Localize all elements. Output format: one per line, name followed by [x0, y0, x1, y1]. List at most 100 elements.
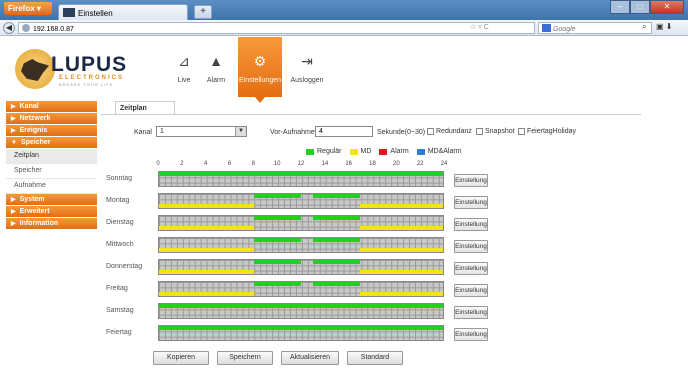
sidebar-item-system[interactable]: ▶ System	[6, 194, 97, 206]
day-label: Sonntag	[106, 175, 133, 182]
schedule-period-regular	[159, 326, 443, 330]
back-arrow-icon[interactable]: ◀	[3, 22, 15, 34]
schedule-cells[interactable]	[158, 237, 444, 253]
url-text: 192.168.0.87	[33, 26, 74, 33]
schedule-period-regular	[312, 216, 361, 220]
window-controls: – □ ✕	[610, 0, 684, 14]
refresh-button[interactable]: Aktualisieren	[281, 351, 339, 365]
sidebar-item-erweitert[interactable]: ▶ Erweitert	[6, 206, 97, 218]
sidebar-item-kanal[interactable]: ▶ Kanal	[6, 101, 97, 113]
sidebar-item-information[interactable]: ▶ Information	[6, 218, 97, 230]
day-settings-button[interactable]: Einstellung	[454, 174, 488, 187]
brand-name: LUPUS	[51, 53, 128, 76]
nav-logout-label: Ausloggen	[290, 77, 324, 84]
save-button[interactable]: Speichern	[217, 351, 273, 365]
firefox-menu-button[interactable]: Firefox ▾	[4, 2, 52, 15]
search-icon[interactable]: ⌕	[642, 22, 646, 32]
sidebar-label: Kanal	[19, 103, 39, 110]
browser-navbar: ◀ 192.168.0.87 ☆ ▿ C Google ⌕ ▣ ⬇	[0, 20, 688, 36]
schedule-cells[interactable]	[158, 325, 444, 341]
new-tab-button[interactable]: +	[194, 5, 212, 19]
sidebar-subitem-speicher[interactable]: Speicher	[6, 164, 97, 179]
nav-logout[interactable]: ⇥ Ausloggen	[284, 37, 330, 97]
day-settings-button[interactable]: Einstellung	[454, 240, 488, 253]
schedule-period-regular	[312, 260, 361, 264]
pre-record-label: Vor-Aufnahme	[270, 129, 315, 136]
schedule-period-regular	[253, 260, 301, 264]
browser-tab[interactable]: Einstellen	[58, 4, 188, 20]
minimize-icon[interactable]: –	[610, 0, 630, 14]
sidebar-item-ereignis[interactable]: ▶ Ereignis	[6, 125, 97, 137]
legend-swatch	[306, 148, 314, 155]
schedule-cells[interactable]	[158, 193, 444, 209]
nav-alarm[interactable]: ▲ Alarm	[196, 37, 236, 97]
sidebar-subitem-zeitplan[interactable]: Zeitplan	[6, 149, 97, 164]
sidebar-label: Ereignis	[19, 127, 48, 134]
legend-md-alarm: MD&Alarm	[416, 148, 462, 155]
day-settings-button[interactable]: Einstellung	[454, 262, 488, 275]
schedule-row: Mittwoch Einstellung	[106, 237, 488, 259]
schedule-period-md	[159, 270, 254, 274]
holiday-label: FeiertagHoliday	[527, 128, 577, 135]
legend-label: MD	[360, 148, 372, 155]
schedule-cells[interactable]	[158, 281, 444, 297]
sidebar-item-netzwerk[interactable]: ▶ Netzwerk	[6, 113, 97, 125]
legend-swatch	[416, 148, 425, 155]
legend-label: Alarm	[390, 148, 409, 155]
tab-zeitplan[interactable]: Zeitplan	[115, 101, 175, 114]
legend: Regulär MD Alarm MD&Alarm	[306, 148, 470, 155]
day-settings-button[interactable]: Einstellung	[454, 196, 488, 209]
schedule-cells[interactable]	[158, 171, 444, 187]
pre-record-input[interactable]: 4	[315, 126, 373, 137]
schedule-period-md	[360, 248, 443, 252]
schedule-period-regular	[253, 216, 301, 220]
sidebar-subitem-aufnahme[interactable]: Aufnahme	[6, 179, 97, 194]
firefox-menu-label: Firefox	[8, 4, 35, 13]
schedule-period-md	[159, 204, 254, 208]
day-settings-button[interactable]: Einstellung	[454, 284, 488, 297]
chevron-down-icon: ▼	[11, 140, 17, 146]
schedule-row: Dienstag Einstellung	[106, 215, 488, 237]
schedule-period-regular	[312, 238, 361, 242]
maximize-icon[interactable]: □	[630, 0, 650, 14]
day-settings-button[interactable]: Einstellung	[454, 328, 488, 341]
schedule-row: Donnerstag Einstellung	[106, 259, 488, 281]
default-button[interactable]: Standard	[347, 351, 403, 365]
logout-icon: ⇥	[301, 53, 313, 69]
schedule-period-regular	[312, 282, 361, 286]
action-buttons: Kopieren Speichern Aktualisieren Standar…	[153, 351, 411, 365]
close-icon[interactable]: ✕	[650, 0, 684, 14]
kanal-select[interactable]: 1 ▼	[156, 126, 247, 137]
search-placeholder: Google	[553, 26, 576, 33]
holiday-checkbox[interactable]: FeiertagHoliday	[518, 128, 576, 135]
schedule-cells[interactable]	[158, 303, 444, 319]
schedule-cells[interactable]	[158, 215, 444, 231]
schedule-cells[interactable]	[158, 259, 444, 275]
schedule-period-md	[159, 248, 254, 252]
bookmark-star-icon[interactable]: ☆ ▿ C	[470, 23, 489, 31]
copy-button[interactable]: Kopieren	[153, 351, 209, 365]
sidebar-label: Erweitert	[19, 208, 50, 215]
legend-swatch	[349, 148, 358, 155]
day-settings-button[interactable]: Einstellung	[454, 306, 488, 319]
schedule-period-md	[360, 226, 443, 230]
url-bar[interactable]: 192.168.0.87	[18, 22, 535, 34]
hour-tick-label: 10	[273, 161, 281, 167]
redundancy-checkbox[interactable]: Redundanz	[427, 128, 472, 135]
hour-tick-label: 14	[321, 161, 329, 167]
schedule-period-md	[159, 292, 254, 296]
snapshot-checkbox[interactable]: Snapshot	[476, 128, 515, 135]
sidebar-item-speicher[interactable]: ▼ Speicher	[6, 137, 97, 149]
chevron-right-icon: ▶	[11, 116, 16, 122]
app-header: LUPUS ELECTRONICS BREAKS YOUR LIFE ⊿ Live…	[0, 37, 688, 103]
search-input[interactable]: Google	[538, 22, 652, 34]
toolbar-icons[interactable]: ▣ ⬇	[656, 22, 672, 31]
legend-md: MD	[349, 148, 372, 155]
hour-tick-label: 6	[227, 161, 232, 167]
day-settings-button[interactable]: Einstellung	[454, 218, 488, 231]
hour-tick-label: 18	[369, 161, 376, 167]
day-label: Montag	[106, 197, 130, 204]
globe-icon	[22, 24, 30, 32]
schedule-row: Freitag Einstellung	[106, 281, 488, 303]
nav-settings[interactable]: ⚙ Einstellungen	[238, 37, 282, 103]
